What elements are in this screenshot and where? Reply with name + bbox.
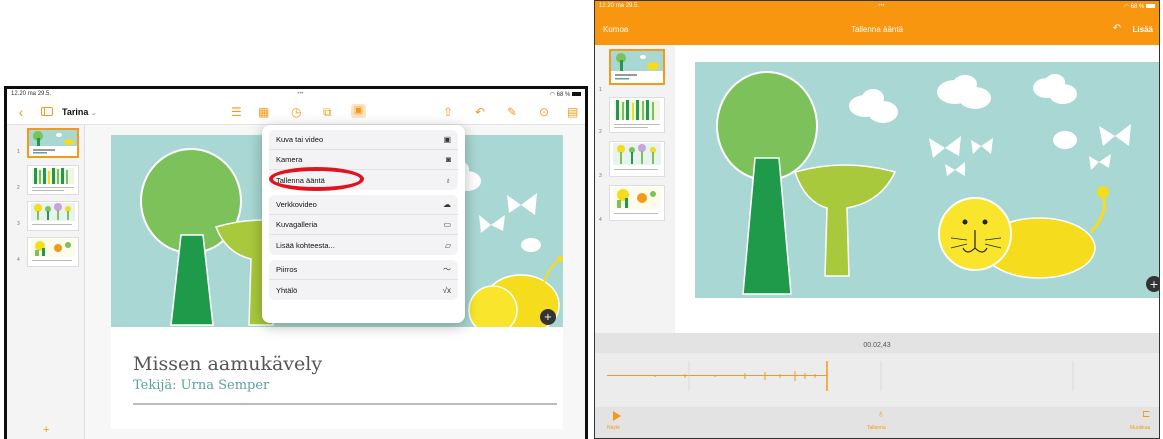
slide-illustration[interactable]: +	[695, 62, 1160, 298]
slide-thumbnail-image	[29, 130, 77, 154]
slide-navigator: 1 2 3 4 +	[7, 125, 85, 439]
menu-item-web-video[interactable]: Verkkovideo ☁	[269, 195, 458, 215]
slide-thumbnail-3[interactable]	[609, 141, 665, 177]
chart-icon[interactable]: ◷	[291, 105, 301, 119]
multitask-dots[interactable]: •••	[297, 91, 303, 97]
menu-group-media: Kuva tai video ▣ Kamera ◙ Tallenna ääntä ♁	[269, 130, 458, 191]
svg-text:+: +	[544, 312, 552, 323]
done-button[interactable]: Lisää	[1133, 25, 1153, 34]
slide-thumbnail-image	[611, 51, 663, 80]
table-icon[interactable]: ▦	[258, 105, 269, 119]
left-ipad-screen: 12.20 ma 29.5. ••• ◠ 68 % ‹ Tarina ⌄ ☰ ▦…	[4, 86, 588, 439]
highlight-circle	[269, 167, 364, 191]
insert-media-menu: Kuva tai video ▣ Kamera ◙ Tallenna ääntä ♁ …	[262, 125, 465, 323]
toolbar: ‹ Tarina ⌄ ☰ ▦ ◷ ⧉ ▣ ⇧ ↶ ✎ ⊙ ▤	[7, 99, 585, 125]
recording-time: 00.02,43	[863, 342, 891, 349]
record-label[interactable]: Tallenna	[867, 425, 886, 431]
menu-group-draw: Piirros 〜 Yhtälö √x	[269, 260, 458, 300]
undo-icon[interactable]: ↶	[475, 105, 485, 119]
media-icon[interactable]: ▣	[351, 104, 366, 118]
slide-number: 3	[599, 173, 602, 179]
slide-number: 2	[17, 185, 20, 191]
menu-item-insert-from[interactable]: Lisää kohteesta... ▱	[269, 235, 458, 255]
status-date: ma 29.5.	[615, 3, 640, 9]
shapes-icon[interactable]: ⧉	[323, 105, 332, 120]
slide-navigator: 1 2 3 4	[595, 45, 675, 333]
status-time: 12.20	[599, 3, 615, 9]
wifi-icon: ◠	[549, 91, 555, 98]
folder-icon: ▱	[444, 240, 451, 250]
brush-icon[interactable]: ✎	[507, 105, 517, 119]
web-video-icon: ☁	[443, 200, 451, 209]
status-date: ma 29.5.	[27, 91, 52, 97]
wifi-icon: ◠	[1123, 3, 1129, 10]
slide-thumbnail-image	[31, 239, 75, 261]
slide-thumbnail-1[interactable]	[27, 128, 79, 158]
document-title[interactable]: Tarina ⌄	[62, 107, 97, 117]
menu-item-record-audio[interactable]: Tallenna ääntä ♁	[269, 167, 458, 191]
menu-group-insert: Verkkovideo ☁ Kuvagalleria ▭ Lisää kohtees…	[269, 195, 458, 255]
edit-label[interactable]: Muokkaa	[1130, 425, 1150, 431]
add-slide-button[interactable]: +	[43, 424, 49, 436]
recording-header: 12.20 ma 29.5. ••• ◠ 68 % Kumoa Tallenna…	[595, 1, 1159, 45]
list-icon[interactable]: ☰	[231, 105, 242, 119]
battery-level: 68 %	[556, 91, 571, 98]
mic-icon[interactable]: ♁	[877, 409, 885, 420]
slide-number: 2	[599, 129, 602, 135]
back-icon[interactable]: ‹	[13, 104, 29, 120]
menu-item-photo-or-video[interactable]: Kuva tai video ▣	[269, 130, 458, 150]
gallery-icon: ▭	[443, 220, 451, 229]
photo-icon: ▣	[443, 135, 451, 144]
status-time: 12.20	[11, 91, 27, 97]
slide-divider	[133, 403, 557, 405]
more-icon[interactable]: ⊙	[539, 105, 549, 119]
waveform-peaks	[654, 361, 1074, 391]
battery-icon	[1145, 3, 1155, 8]
share-icon[interactable]: ⇧	[443, 105, 453, 119]
battery-level: 68 %	[1130, 3, 1145, 10]
slide-thumbnail-image	[613, 143, 661, 170]
slide-canvas: +	[675, 45, 1159, 333]
camera-icon: ◙	[446, 155, 451, 164]
slide-thumbnail-1[interactable]	[609, 49, 665, 85]
mic-icon: ♁	[445, 175, 451, 185]
recording-title: Tallenna ääntä	[850, 25, 904, 34]
slide-thumbnail-image	[614, 100, 660, 128]
menu-item-drawing[interactable]: Piirros 〜	[269, 260, 458, 280]
slide-number: 4	[17, 257, 20, 263]
doc-icon[interactable]: ▤	[567, 105, 578, 119]
undo-icon[interactable]: ↶	[1113, 23, 1121, 34]
slide-thumbnail-3[interactable]	[27, 201, 79, 231]
preview-label[interactable]: Näyte	[607, 425, 620, 431]
right-ipad-screen: 12.20 ma 29.5. ••• ◠ 68 % Kumoa Tallenna…	[594, 0, 1160, 439]
slide-thumbnail-image	[31, 203, 75, 225]
slide-thumbnail-2[interactable]	[609, 97, 665, 133]
chevron-down-icon: ⌄	[90, 109, 97, 117]
slide-thumbnail-2[interactable]	[27, 165, 79, 195]
equation-icon: √x	[442, 285, 451, 295]
status-bar: 12.20 ma 29.5. ••• ◠ 68 %	[7, 89, 585, 99]
slide-number: 1	[17, 149, 20, 155]
battery-icon	[571, 91, 581, 96]
slide-thumbnail-image	[613, 187, 661, 214]
slide-thumbnail-4[interactable]	[27, 237, 79, 267]
svg-text:+: +	[1149, 278, 1158, 291]
slide-title: Missen aamukävely	[133, 353, 323, 375]
status-bar: 12.20 ma 29.5. ••• ◠ 68 %	[595, 1, 1159, 11]
slide-subtitle: Tekijä: Urna Semper	[133, 378, 270, 393]
screenshot: 12.20 ma 29.5. ••• ◠ 68 % ‹ Tarina ⌄ ☰ ▦…	[0, 0, 1163, 439]
slide-thumbnail-image	[32, 168, 74, 191]
slide-number: 3	[17, 221, 20, 227]
draw-icon: 〜	[443, 265, 451, 274]
menu-item-gallery[interactable]: Kuvagalleria ▭	[269, 215, 458, 235]
slide-number: 4	[599, 217, 602, 223]
multitask-dots[interactable]: •••	[878, 3, 884, 9]
slide-thumbnail-4[interactable]	[609, 185, 665, 221]
sidebar-icon[interactable]	[41, 107, 53, 116]
slide-number: 1	[599, 87, 602, 93]
trim-icon[interactable]: ⊏	[1142, 409, 1150, 420]
menu-item-equation[interactable]: Yhtälö √x	[269, 280, 458, 300]
play-icon[interactable]	[613, 411, 621, 421]
